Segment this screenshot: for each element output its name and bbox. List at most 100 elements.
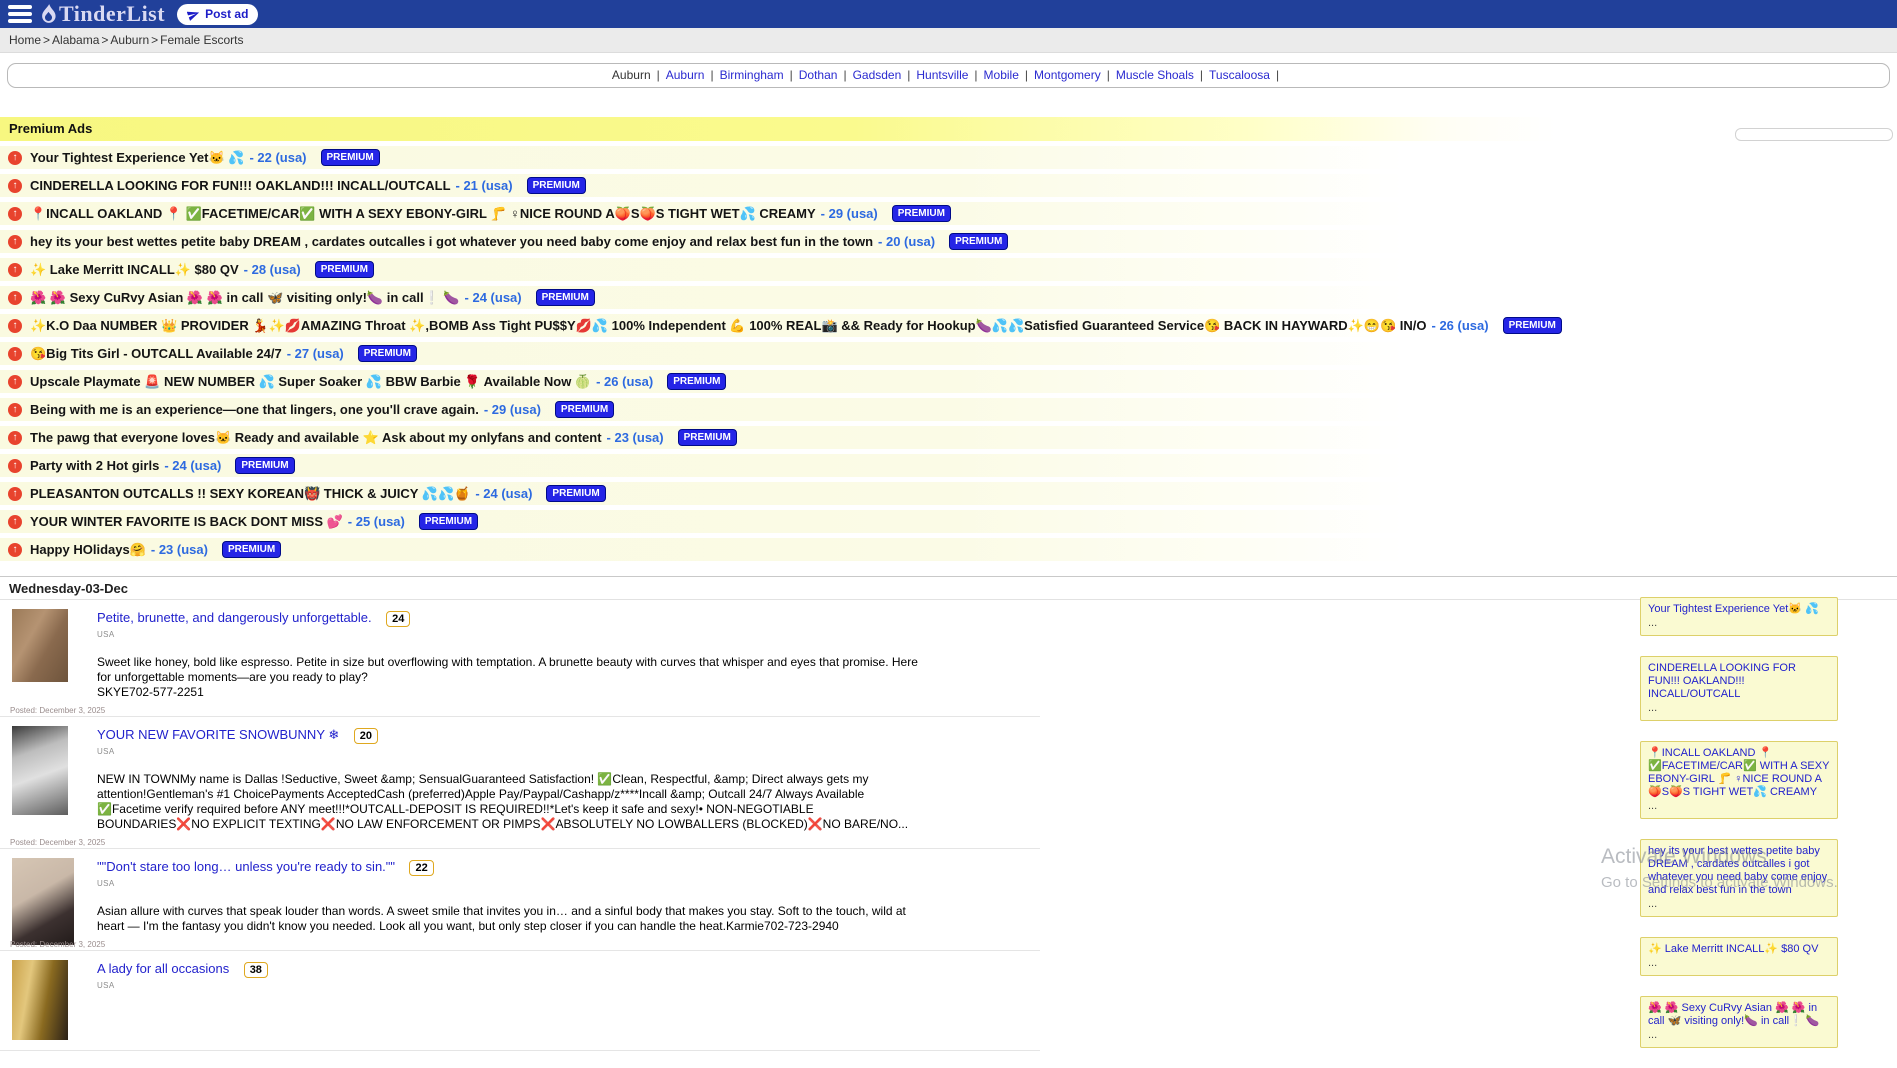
up-arrow-icon[interactable]: ↑ <box>8 459 22 473</box>
city-link[interactable]: Huntsville <box>916 68 968 82</box>
post-ad-label: Post ad <box>205 7 248 21</box>
breadcrumb-item[interactable]: Auburn <box>110 33 149 47</box>
up-arrow-icon[interactable]: ↑ <box>8 179 22 193</box>
premium-badge[interactable]: PREMIUM <box>892 205 951 222</box>
premium-badge[interactable]: PREMIUM <box>1503 317 1562 334</box>
listing-title-link[interactable]: A lady for all occasions <box>97 961 229 976</box>
premium-ad-title[interactable]: ✨K.O Daa NUMBER 👑 PROVIDER 💃✨💋AMAZING Th… <box>30 318 1427 334</box>
listings: Petite, brunette, and dangerously unforg… <box>0 600 1897 1051</box>
premium-ad-row: ↑ 🌺 🌺 Sexy CuRvy Asian 🌺 🌺 in call 🦋 vis… <box>0 286 1897 309</box>
listing-thumbnail[interactable] <box>12 726 68 815</box>
premium-ad-title[interactable]: 😘Big Tits Girl - OUTCALL Available 24/7 <box>30 346 282 362</box>
premium-ad-row: ↑ YOUR WINTER FAVORITE IS BACK DONT MISS… <box>0 510 1897 533</box>
site-logo[interactable]: TinderList <box>40 1 165 27</box>
listing-title-link[interactable]: Petite, brunette, and dangerously unforg… <box>97 610 372 625</box>
listing-title-link[interactable]: ""Don't stare too long… unless you're re… <box>97 859 395 874</box>
premium-ad-title[interactable]: PLEASANTON OUTCALLS !! SEXY KOREAN👹 THIC… <box>30 486 470 502</box>
premium-ad-title[interactable]: Your Tightest Experience Yet🐱 💦 <box>30 150 244 166</box>
sidebar-ad-title[interactable]: hey its your best wettes petite baby DRE… <box>1648 845 1830 897</box>
listing-title-link[interactable]: YOUR NEW FAVORITE SNOWBUNNY ❄ <box>97 727 339 742</box>
premium-ad-age: - 23 (usa) <box>151 542 208 557</box>
up-arrow-icon[interactable]: ↑ <box>8 291 22 305</box>
menu-icon[interactable] <box>8 5 32 23</box>
post-ad-button[interactable]: Post ad <box>177 4 258 25</box>
premium-badge[interactable]: PREMIUM <box>667 373 726 390</box>
sidebar-ad-title[interactable]: CINDERELLA LOOKING FOR FUN!!! OAKLAND!!!… <box>1648 662 1830 701</box>
sidebar-ad-title[interactable]: 📍INCALL OAKLAND 📍 ✅FACETIME/CAR✅ WITH A … <box>1648 747 1830 799</box>
city-separator: | <box>1107 68 1110 82</box>
sidebar-ad-title[interactable]: Your Tightest Experience Yet🐱 💦 <box>1648 603 1830 616</box>
breadcrumb-item[interactable]: Home <box>9 33 41 47</box>
city-link[interactable]: Muscle Shoals <box>1116 68 1194 82</box>
premium-ad-title[interactable]: YOUR WINTER FAVORITE IS BACK DONT MISS 💕 <box>30 514 343 530</box>
premium-badge[interactable]: PREMIUM <box>678 429 737 446</box>
premium-badge[interactable]: PREMIUM <box>358 345 417 362</box>
sidebar-ad-more[interactable]: ... <box>1648 957 1830 970</box>
sidebar-ad-more[interactable]: ... <box>1648 617 1830 630</box>
city-separator: | <box>1276 68 1279 82</box>
up-arrow-icon[interactable]: ↑ <box>8 263 22 277</box>
premium-badge[interactable]: PREMIUM <box>419 513 478 530</box>
premium-ad-title[interactable]: hey its your best wettes petite baby DRE… <box>30 234 873 249</box>
up-arrow-icon[interactable]: ↑ <box>8 487 22 501</box>
premium-ad-age: - 28 (usa) <box>244 262 301 277</box>
listing-thumbnail[interactable] <box>12 609 68 682</box>
premium-ad-title[interactable]: Party with 2 Hot girls <box>30 458 159 473</box>
premium-badge[interactable]: PREMIUM <box>949 233 1008 250</box>
city-link[interactable]: Dothan <box>799 68 838 82</box>
listing-description: NEW IN TOWNMy name is Dallas !Seductive,… <box>97 772 919 832</box>
city-link[interactable]: Gadsden <box>853 68 902 82</box>
up-arrow-icon[interactable]: ↑ <box>8 431 22 445</box>
sidebar-ad-more[interactable]: ... <box>1648 702 1830 715</box>
up-arrow-icon[interactable]: ↑ <box>8 515 22 529</box>
age-badge: 20 <box>354 728 378 744</box>
sidebar-ad-box: Your Tightest Experience Yet🐱 💦 ... <box>1640 597 1838 636</box>
up-arrow-icon[interactable]: ↑ <box>8 235 22 249</box>
premium-ad-title[interactable]: The pawg that everyone loves🐱 Ready and … <box>30 430 602 446</box>
listing-thumbnail[interactable] <box>12 960 68 1040</box>
sidebar-ad-box: CINDERELLA LOOKING FOR FUN!!! OAKLAND!!!… <box>1640 656 1838 721</box>
premium-badge[interactable]: PREMIUM <box>321 149 380 166</box>
sidebar-ad-more[interactable]: ... <box>1648 1029 1830 1042</box>
city-link[interactable]: Auburn <box>666 68 705 82</box>
sidebar-ad-more[interactable]: ... <box>1648 898 1830 911</box>
breadcrumb-item[interactable]: Alabama <box>52 33 99 47</box>
premium-ad-title[interactable]: Being with me is an experience—one that … <box>30 402 479 417</box>
sidebar-ad-title[interactable]: ✨ Lake Merritt INCALL✨ $80 QV <box>1648 943 1830 956</box>
premium-badge[interactable]: PREMIUM <box>527 177 586 194</box>
up-arrow-icon[interactable]: ↑ <box>8 403 22 417</box>
flame-icon <box>40 4 57 24</box>
up-arrow-icon[interactable]: ↑ <box>8 151 22 165</box>
city-link[interactable]: Montgomery <box>1034 68 1101 82</box>
city-link[interactable]: Birmingham <box>720 68 784 82</box>
premium-ad-title[interactable]: Upscale Playmate 🚨 NEW NUMBER 💦 Super So… <box>30 374 591 390</box>
listing-country: USA <box>97 981 1040 990</box>
premium-ad-title[interactable]: 📍INCALL OAKLAND 📍 ✅FACETIME/CAR✅ WITH A … <box>30 206 816 222</box>
up-arrow-icon[interactable]: ↑ <box>8 207 22 221</box>
up-arrow-icon[interactable]: ↑ <box>8 543 22 557</box>
city-link[interactable]: Tuscaloosa <box>1209 68 1270 82</box>
horizontal-scrollbar[interactable] <box>1735 128 1893 141</box>
sidebar-ad-more[interactable]: ... <box>1648 800 1830 813</box>
premium-ad-title[interactable]: CINDERELLA LOOKING FOR FUN!!! OAKLAND!!!… <box>30 178 451 193</box>
premium-ad-title[interactable]: ✨ Lake Merritt INCALL✨ $80 QV <box>30 262 239 278</box>
up-arrow-icon[interactable]: ↑ <box>8 347 22 361</box>
breadcrumb-separator: > <box>43 33 50 47</box>
premium-badge[interactable]: PREMIUM <box>536 289 595 306</box>
sidebar-ad-title[interactable]: 🌺 🌺 Sexy CuRvy Asian 🌺 🌺 in call 🦋 visit… <box>1648 1002 1830 1028</box>
city-separator: | <box>1025 68 1028 82</box>
premium-ad-title[interactable]: Happy HOlidays🤗 <box>30 542 146 558</box>
breadcrumb: Home>Alabama>Auburn>Female Escorts <box>0 28 1897 53</box>
premium-badge[interactable]: PREMIUM <box>222 541 281 558</box>
breadcrumb-item: Female Escorts <box>160 33 243 47</box>
premium-badge[interactable]: PREMIUM <box>546 485 605 502</box>
city-link[interactable]: Mobile <box>984 68 1019 82</box>
premium-badge[interactable]: PREMIUM <box>555 401 614 418</box>
premium-ad-row: ↑ Upscale Playmate 🚨 NEW NUMBER 💦 Super … <box>0 370 1897 393</box>
up-arrow-icon[interactable]: ↑ <box>8 319 22 333</box>
premium-ad-row: ↑ Party with 2 Hot girls - 24 (usa) PREM… <box>0 454 1897 477</box>
premium-badge[interactable]: PREMIUM <box>315 261 374 278</box>
premium-ad-title[interactable]: 🌺 🌺 Sexy CuRvy Asian 🌺 🌺 in call 🦋 visit… <box>30 290 460 306</box>
premium-badge[interactable]: PREMIUM <box>235 457 294 474</box>
up-arrow-icon[interactable]: ↑ <box>8 375 22 389</box>
